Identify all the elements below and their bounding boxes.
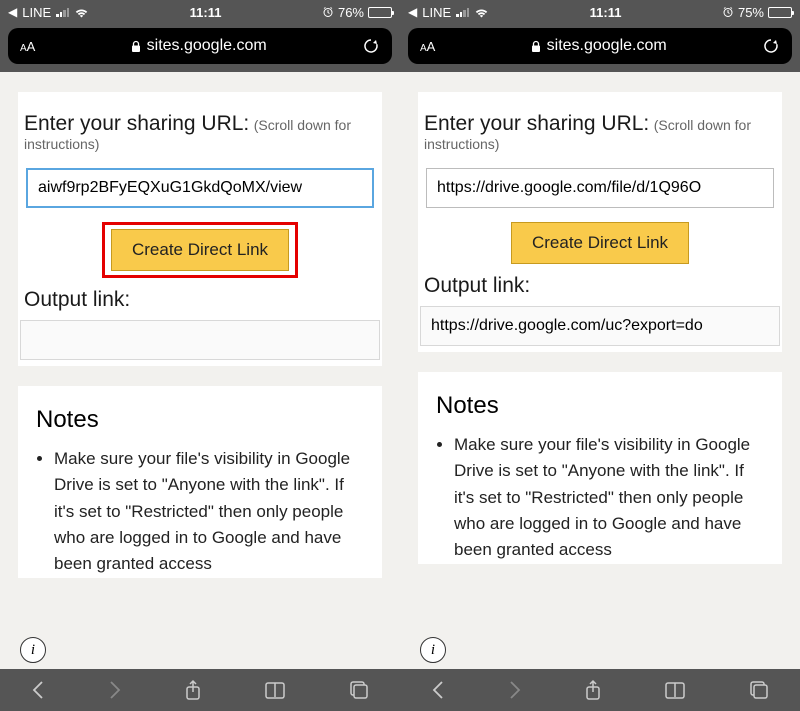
tabs-icon[interactable]	[749, 680, 769, 700]
input-heading: Enter your sharing URL:	[424, 112, 649, 135]
nav-back-icon[interactable]	[431, 680, 445, 700]
back-triangle-icon[interactable]: ◀	[8, 5, 17, 19]
button-highlight-box: Create Direct Link	[102, 222, 298, 278]
battery-pct: 76%	[338, 5, 364, 20]
status-time: 11:11	[489, 5, 722, 20]
alarm-icon	[722, 6, 734, 18]
output-heading: Output link:	[24, 288, 382, 312]
status-bar: ◀ LINE 11:11 76%	[0, 0, 400, 24]
back-triangle-icon[interactable]: ◀	[408, 5, 417, 19]
info-icon[interactable]: i	[420, 637, 446, 663]
nav-back-icon[interactable]	[31, 680, 45, 700]
lock-icon	[131, 40, 141, 53]
url-bar-area: AA sites.google.com	[400, 24, 800, 72]
sharing-url-input[interactable]: https://drive.google.com/file/d/1Q96O	[426, 168, 774, 208]
page-content: Enter your sharing URL: (Scroll down for…	[0, 72, 400, 669]
status-bar: ◀ LINE 11:11 75%	[400, 0, 800, 24]
page-content: Enter your sharing URL: (Scroll down for…	[400, 72, 800, 669]
url-domain: sites.google.com	[147, 37, 267, 55]
notes-card: Notes Make sure your file's visibility i…	[418, 372, 782, 564]
signal-icon	[456, 7, 469, 17]
notes-list: Make sure your file's visibility in Goog…	[36, 446, 364, 578]
share-icon[interactable]	[584, 679, 602, 701]
form-card: Enter your sharing URL: (Scroll down for…	[18, 92, 382, 366]
notes-item: Make sure your file's visibility in Goog…	[454, 432, 764, 564]
create-link-button[interactable]: Create Direct Link	[111, 229, 289, 271]
left-screen: ◀ LINE 11:11 76% AA sites.google.com Ent…	[0, 0, 400, 711]
right-screen: ◀ LINE 11:11 75% AA sites.google.com Ent…	[400, 0, 800, 711]
status-time: 11:11	[89, 5, 322, 20]
lock-icon	[531, 40, 541, 53]
output-heading: Output link:	[424, 274, 782, 298]
url-bar[interactable]: AA sites.google.com	[408, 28, 792, 64]
info-icon[interactable]: i	[20, 637, 46, 663]
wifi-icon	[474, 7, 489, 18]
nav-forward-icon[interactable]	[508, 680, 522, 700]
browser-toolbar	[400, 669, 800, 711]
text-size-icon[interactable]: AA	[20, 39, 35, 54]
input-heading: Enter your sharing URL:	[24, 112, 249, 135]
tabs-icon[interactable]	[349, 680, 369, 700]
battery-pct: 75%	[738, 5, 764, 20]
url-bar[interactable]: AA sites.google.com	[8, 28, 392, 64]
reload-icon[interactable]	[362, 37, 380, 55]
back-app-label[interactable]: LINE	[422, 5, 451, 20]
form-card: Enter your sharing URL: (Scroll down for…	[418, 92, 782, 352]
bookmarks-icon[interactable]	[664, 681, 686, 699]
back-app-label[interactable]: LINE	[22, 5, 51, 20]
bookmarks-icon[interactable]	[264, 681, 286, 699]
browser-toolbar	[0, 669, 400, 711]
url-bar-area: AA sites.google.com	[0, 24, 400, 72]
output-link-box[interactable]	[20, 320, 380, 360]
input-value: aiwf9rp2BFyEQXuG1GkdQoMX/view	[38, 179, 302, 197]
reload-icon[interactable]	[762, 37, 780, 55]
signal-icon	[56, 7, 69, 17]
share-icon[interactable]	[184, 679, 202, 701]
nav-forward-icon[interactable]	[108, 680, 122, 700]
output-value: https://drive.google.com/uc?export=do	[431, 317, 703, 335]
alarm-icon	[322, 6, 334, 18]
url-domain: sites.google.com	[547, 37, 667, 55]
output-link-box[interactable]: https://drive.google.com/uc?export=do	[420, 306, 780, 346]
notes-list: Make sure your file's visibility in Goog…	[436, 432, 764, 564]
battery-icon	[768, 7, 792, 18]
wifi-icon	[74, 7, 89, 18]
url-text[interactable]: sites.google.com	[45, 37, 352, 55]
url-text[interactable]: sites.google.com	[445, 37, 752, 55]
notes-title: Notes	[436, 392, 764, 420]
notes-title: Notes	[36, 406, 364, 434]
input-value: https://drive.google.com/file/d/1Q96O	[437, 179, 701, 197]
notes-item: Make sure your file's visibility in Goog…	[54, 446, 364, 578]
create-link-button[interactable]: Create Direct Link	[511, 222, 689, 264]
text-size-icon[interactable]: AA	[420, 39, 435, 54]
notes-card: Notes Make sure your file's visibility i…	[18, 386, 382, 578]
battery-icon	[368, 7, 392, 18]
sharing-url-input[interactable]: aiwf9rp2BFyEQXuG1GkdQoMX/view	[26, 168, 374, 208]
